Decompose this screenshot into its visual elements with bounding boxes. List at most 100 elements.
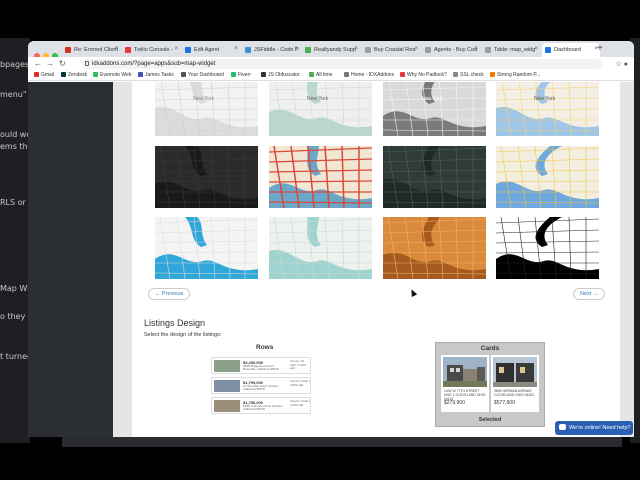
next-button[interactable]: Next → bbox=[573, 288, 606, 300]
listing-row-meta: 4 bed | 3 bath | 3,900 sqft bbox=[290, 379, 310, 387]
bookmark-item[interactable]: All time bbox=[309, 72, 332, 78]
listing-row-address: 4000 Ridgewood Court Roseville, Californ… bbox=[243, 364, 279, 372]
bookmark-icon bbox=[138, 72, 143, 78]
bookmark-label: Why No Padlock? bbox=[407, 72, 447, 78]
editor-line: bpages bbox=[0, 60, 30, 69]
map-style-tile[interactable] bbox=[496, 146, 599, 208]
tab-favicon-icon bbox=[185, 47, 191, 53]
map-style-tile[interactable]: New York bbox=[155, 82, 258, 136]
browser-tab[interactable]: Re: Errored Client × bbox=[62, 43, 120, 57]
bookmark-icon bbox=[344, 72, 349, 78]
map-style-tile[interactable] bbox=[155, 217, 258, 279]
bookmark-item[interactable]: James Tasks bbox=[138, 72, 174, 78]
bookmark-label: Zendesk bbox=[68, 72, 88, 78]
tab-label: Agents - Buy Coa bbox=[434, 47, 478, 53]
bookmark-item[interactable]: Zendesk bbox=[61, 72, 87, 78]
tab-favicon-icon bbox=[365, 47, 371, 53]
bookmark-item[interactable]: Evernote Web bbox=[93, 72, 132, 78]
rows-option[interactable]: $3,250,000 4000 Ridgewood Court Roseville… bbox=[211, 357, 311, 416]
browser-tab[interactable]: Table: map_widg × bbox=[482, 43, 540, 57]
map-style-tile[interactable] bbox=[496, 217, 599, 279]
listing-row: $3,250,000 4000 Ridgewood Court Roseville… bbox=[211, 357, 311, 374]
close-tab-icon[interactable]: × bbox=[354, 46, 358, 52]
lock-icon bbox=[85, 61, 89, 66]
browser-window: Re: Errored Client × Twilio Console - × Edit… bbox=[28, 41, 634, 437]
map-style-tile[interactable] bbox=[269, 217, 372, 279]
browser-tab[interactable]: Edit Agent × bbox=[182, 43, 240, 57]
reload-icon[interactable]: ↻ bbox=[59, 59, 66, 68]
browser-tab[interactable]: Buy Coastal Rea × bbox=[362, 43, 420, 57]
bookmark-icon bbox=[453, 72, 458, 78]
bookmark-item[interactable]: Your Dashboard bbox=[181, 72, 224, 78]
bookmark-label: Evernote Web bbox=[100, 72, 132, 78]
browser-tab[interactable]: Twilio Console - × bbox=[122, 43, 180, 57]
close-tab-icon[interactable]: × bbox=[234, 46, 238, 52]
bookmark-label: Your Dashboard bbox=[188, 72, 224, 78]
rows-option-title: Rows bbox=[256, 344, 274, 351]
listing-row-photo bbox=[214, 400, 240, 412]
map-style-tile[interactable]: New York bbox=[269, 82, 372, 136]
bookmark-item[interactable]: Strong Random P... bbox=[490, 72, 540, 78]
profile-icon[interactable]: ☆ ● bbox=[616, 60, 628, 68]
previous-button[interactable]: ← Previous bbox=[148, 288, 191, 300]
cards-option[interactable]: Cards 1432 W 77TH STREET UNIT 1 CLEVELAN… bbox=[435, 342, 545, 427]
bookmark-item[interactable]: Why No Padlock? bbox=[400, 72, 447, 78]
map-style-tile[interactable]: New York bbox=[496, 82, 599, 136]
browser-tab[interactable]: Agents - Buy Coa × bbox=[422, 43, 480, 57]
listing-card-price: $577,900 bbox=[494, 400, 515, 406]
forward-arrow-icon[interactable]: → bbox=[46, 59, 54, 68]
tab-favicon-icon bbox=[485, 47, 491, 53]
selected-label: Selected bbox=[478, 417, 502, 423]
tab-label: Buy Coastal Rea bbox=[374, 47, 416, 53]
tab-favicon-icon bbox=[65, 47, 71, 53]
browser-tab[interactable]: Realtyandy Supp × bbox=[302, 43, 360, 57]
listing-row-meta: 4 bed | 4.5 bath | 5,400 sqft bbox=[290, 359, 306, 371]
tab-label: Edit Agent bbox=[194, 47, 220, 53]
tab-favicon-icon bbox=[305, 47, 311, 53]
bookmark-item[interactable]: JS Obfuscator bbox=[261, 72, 300, 78]
map-style-tile[interactable] bbox=[269, 146, 372, 208]
bookmark-icon bbox=[309, 72, 314, 78]
page-viewport: New York New York New York New York ← Previ… bbox=[28, 82, 634, 437]
close-tab-icon[interactable]: × bbox=[174, 46, 178, 52]
browser-tab[interactable]: Dashboard × bbox=[542, 43, 600, 57]
close-tab-icon[interactable]: × bbox=[114, 46, 118, 52]
bookmark-icon bbox=[231, 72, 236, 78]
bookmark-item[interactable]: Fiverr bbox=[231, 72, 251, 78]
map-style-tile[interactable] bbox=[383, 217, 486, 279]
map-style-tile[interactable]: New York bbox=[383, 82, 486, 136]
cards-option-title: Cards bbox=[480, 345, 500, 352]
tab-label: JSFiddle - Code P bbox=[254, 47, 299, 53]
map-style-tile[interactable] bbox=[155, 146, 258, 208]
tab-bar: Re: Errored Client × Twilio Console - × Edit… bbox=[28, 41, 634, 59]
bookmark-icon bbox=[261, 72, 266, 78]
bookmark-label: James Tasks bbox=[145, 72, 174, 78]
close-tab-icon[interactable]: × bbox=[474, 46, 478, 52]
listing-row: $1,799,000 10 Glenvale Court Granite, Cal… bbox=[211, 377, 311, 394]
tab-label: Twilio Console - bbox=[134, 47, 173, 53]
close-tab-icon[interactable]: × bbox=[534, 46, 538, 52]
listing-card-photo bbox=[493, 357, 537, 387]
bookmark-item[interactable]: Gmail bbox=[34, 72, 54, 78]
close-tab-icon[interactable]: × bbox=[414, 46, 418, 52]
dashboard-sidebar bbox=[28, 82, 113, 437]
back-arrow-icon[interactable]: ← bbox=[34, 59, 42, 68]
bookmark-icon bbox=[61, 72, 66, 78]
url-field[interactable]: idxaddons.com/?page=apps&sub=map-widget bbox=[82, 59, 602, 69]
background-editor-window: bpages menu" it ould wo ems tha RLS or t… bbox=[0, 38, 37, 443]
bookmark-item[interactable]: SSL check bbox=[453, 72, 484, 78]
bookmark-label: All time bbox=[316, 72, 333, 78]
bookmark-label: JS Obfuscator bbox=[268, 72, 300, 78]
close-tab-icon[interactable]: × bbox=[294, 46, 298, 52]
bookmark-label: Fiverr bbox=[238, 72, 251, 78]
browser-tab[interactable]: JSFiddle - Code P × bbox=[242, 43, 300, 57]
listing-row-address: 1080 Yosemite Circle Granite, California… bbox=[243, 404, 283, 412]
chat-widget-button[interactable]: We're online! Need help? bbox=[555, 421, 633, 435]
map-style-tile[interactable] bbox=[383, 146, 486, 208]
listing-card-price: $279,900 bbox=[444, 400, 465, 406]
bookmark-icon bbox=[490, 72, 495, 78]
chat-icon bbox=[559, 424, 566, 430]
new-tab-button[interactable]: + bbox=[597, 43, 603, 54]
tab-favicon-icon bbox=[425, 47, 431, 53]
bookmark-item[interactable]: Home - IDXAddons bbox=[344, 72, 394, 78]
